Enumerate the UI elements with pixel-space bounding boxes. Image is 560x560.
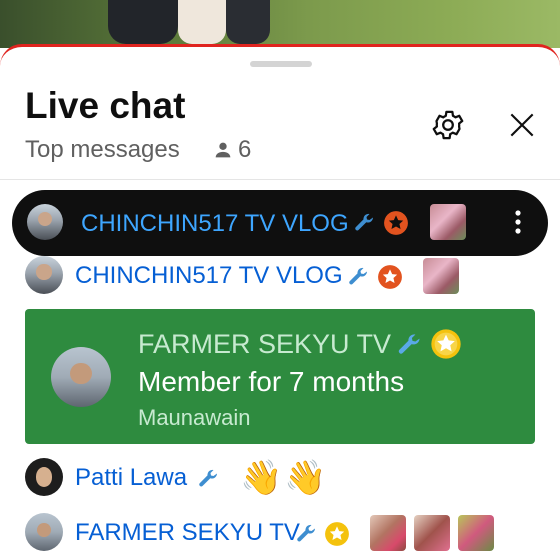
author-name[interactable]: FARMER SEKYU TV <box>138 329 391 360</box>
chat-message[interactable]: Patti Lawa 👋👋 <box>0 458 560 498</box>
more-vert-icon[interactable] <box>508 206 528 238</box>
member-sticker <box>423 258 459 294</box>
pinned-message[interactable]: CHINCHIN517 TV VLOG <box>12 190 548 256</box>
star-badge-icon <box>378 265 402 289</box>
chat-message[interactable]: FARMER SEKYU TV <box>0 513 560 553</box>
wrench-icon <box>349 267 367 285</box>
person-icon <box>215 142 231 158</box>
video-person-3 <box>226 0 270 44</box>
wrench-icon <box>355 213 373 231</box>
author-name[interactable]: CHINCHIN517 TV VLOG <box>75 262 343 290</box>
wrench-icon <box>297 524 315 542</box>
close-icon[interactable] <box>506 109 538 141</box>
author-name[interactable]: FARMER SEKYU TV <box>75 519 300 547</box>
membership-card[interactable]: FARMER SEKYU TV Member for 7 months Maun… <box>25 309 535 444</box>
video-person-1 <box>108 0 178 44</box>
member-sticker <box>414 515 450 551</box>
viewer-count: 6 <box>212 136 251 164</box>
header-divider <box>0 179 560 180</box>
author-name[interactable]: Patti Lawa <box>75 464 187 492</box>
panel-title: Live chat <box>25 85 186 126</box>
member-sticker <box>430 204 466 240</box>
membership-level: Maunawain <box>138 405 251 430</box>
avatar[interactable] <box>25 458 63 496</box>
video-player-background <box>0 0 560 48</box>
video-person-2 <box>178 0 226 44</box>
star-badge-icon <box>325 522 349 546</box>
avatar[interactable] <box>27 204 63 240</box>
message-content: 👋👋 <box>240 459 329 497</box>
member-sticker <box>458 515 494 551</box>
chat-mode-selector[interactable]: Top messages <box>25 136 180 164</box>
star-badge-icon <box>431 329 461 359</box>
avatar[interactable] <box>25 513 63 551</box>
member-sticker <box>370 515 406 551</box>
wrench-icon <box>199 469 217 487</box>
star-badge-icon <box>384 211 408 235</box>
gear-icon[interactable] <box>430 107 466 143</box>
chat-message[interactable]: CHINCHIN517 TV VLOG <box>0 256 560 296</box>
viewer-count-value: 6 <box>238 136 252 163</box>
avatar[interactable] <box>51 347 111 407</box>
author-name[interactable]: CHINCHIN517 TV VLOG <box>81 210 349 238</box>
membership-headline: Member for 7 months <box>138 366 405 397</box>
avatar[interactable] <box>25 256 63 294</box>
wrench-icon <box>398 334 420 354</box>
drag-handle[interactable] <box>250 61 312 67</box>
